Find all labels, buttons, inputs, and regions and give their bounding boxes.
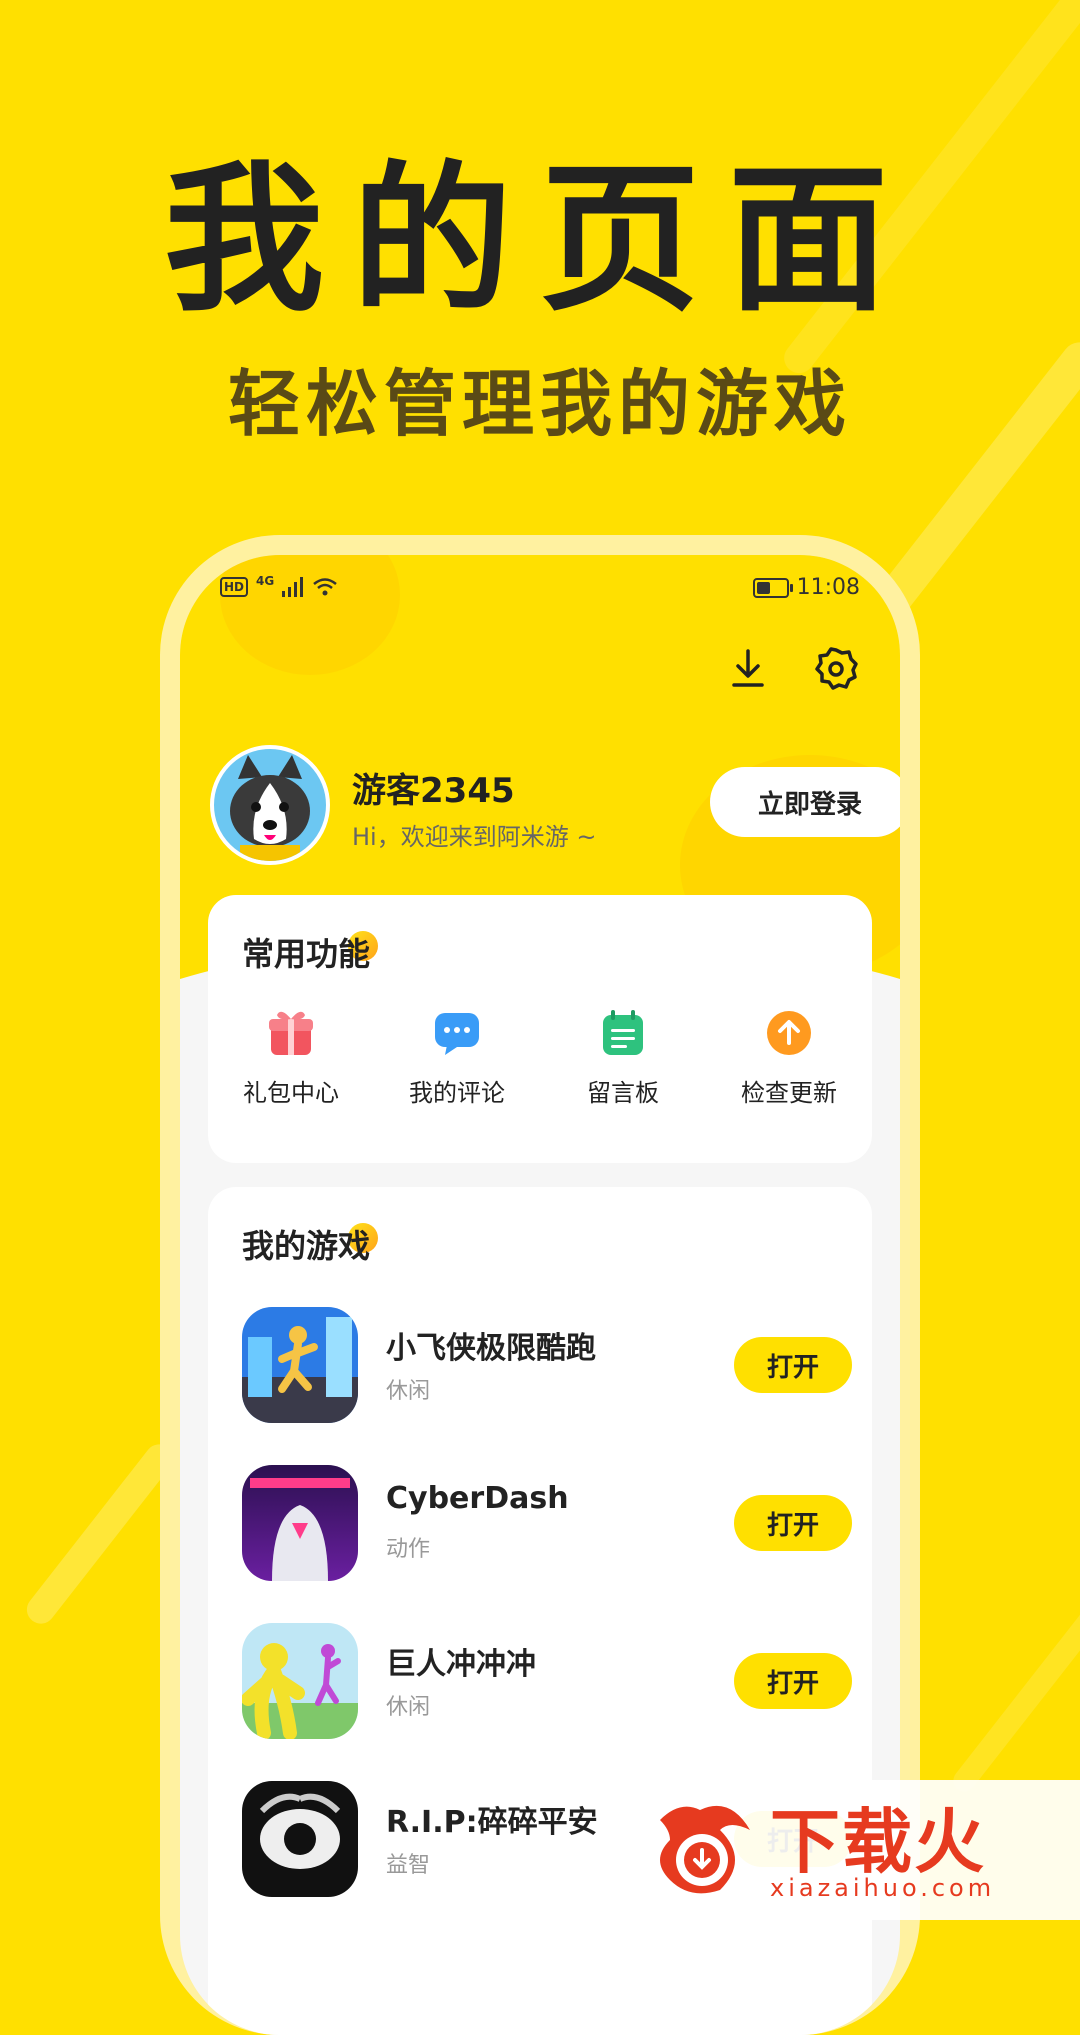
watermark-url: xiazaihuo.com [770,1874,996,1902]
game-row[interactable]: 小飞侠极限酷跑 休闲 打开 [242,1307,852,1427]
greeting-text: Hi，欢迎来到阿米游 ~ [352,823,597,851]
husky-avatar-icon [230,755,310,861]
game-name: CyberDash [386,1481,569,1516]
download-icon[interactable] [724,645,772,693]
promo-title: 我的页面 [163,146,916,333]
function-message-board[interactable]: 留言板 [540,1007,706,1108]
function-label: 我的评论 [409,1079,505,1107]
game-icon-rip [242,1781,358,1897]
flame-logo-icon [660,1805,750,1894]
update-arrow-icon [767,1011,811,1055]
common-functions-title: 常用功能 [242,935,371,973]
top-actions [724,645,860,693]
game-category: 动作 [386,1537,431,1562]
username: 游客2345 [352,771,515,811]
function-gift-center[interactable]: 礼包中心 [208,1007,374,1108]
watermark-brand: 下载火 [770,1801,986,1883]
background-stripe [21,1438,179,1630]
game-name: R.I.P:碎碎平安 [386,1805,598,1840]
function-label: 检查更新 [741,1079,837,1107]
status-time: 11:08 [796,575,860,600]
game-category: 休闲 [386,1695,431,1720]
watermark: 下载火 xiazaihuo.com [640,1780,1080,1920]
function-label: 礼包中心 [243,1079,339,1107]
gear-icon[interactable] [812,645,860,693]
common-functions-card: 常用功能 礼包中心 我的评论 留言板 检查更新 [208,895,872,1163]
game-row[interactable]: 巨人冲冲冲 休闲 打开 [242,1623,852,1743]
game-row[interactable]: CyberDash 动作 打开 [242,1465,852,1585]
open-game-button[interactable]: 打开 [734,1337,852,1393]
notepad-icon [603,1010,643,1055]
profile-section: 游客2345 Hi，欢迎来到阿米游 ~ 立即登录 [210,745,900,865]
function-check-update[interactable]: 检查更新 [706,1007,872,1108]
game-icon-giant [242,1623,358,1739]
game-icon-cyberdash [242,1465,358,1581]
background-stripe [948,1546,1080,1796]
hd-badge: HD [220,577,249,597]
login-button[interactable]: 立即登录 [710,767,900,837]
open-game-button[interactable]: 打开 [734,1495,852,1551]
open-game-button[interactable]: 打开 [734,1653,852,1709]
game-icon-runner [242,1307,358,1423]
game-name: 巨人冲冲冲 [386,1647,536,1682]
promo-subtitle: 轻松管理我的游戏 [227,362,852,446]
gift-icon [269,1011,313,1055]
game-name: 小飞侠极限酷跑 [386,1331,596,1366]
signal-icon [282,577,304,597]
function-label: 留言板 [587,1079,659,1107]
battery-icon [752,577,793,598]
network-type: 4G [256,574,275,588]
comment-icon [435,1013,479,1055]
wifi-icon [313,578,338,596]
game-category: 休闲 [386,1379,431,1404]
avatar[interactable] [210,745,330,865]
my-games-title: 我的游戏 [242,1227,371,1265]
battery-level [756,581,770,594]
status-bar: HD 4G 11:08 [220,573,860,609]
game-category: 益智 [386,1853,431,1878]
function-my-comments[interactable]: 我的评论 [374,1007,540,1108]
